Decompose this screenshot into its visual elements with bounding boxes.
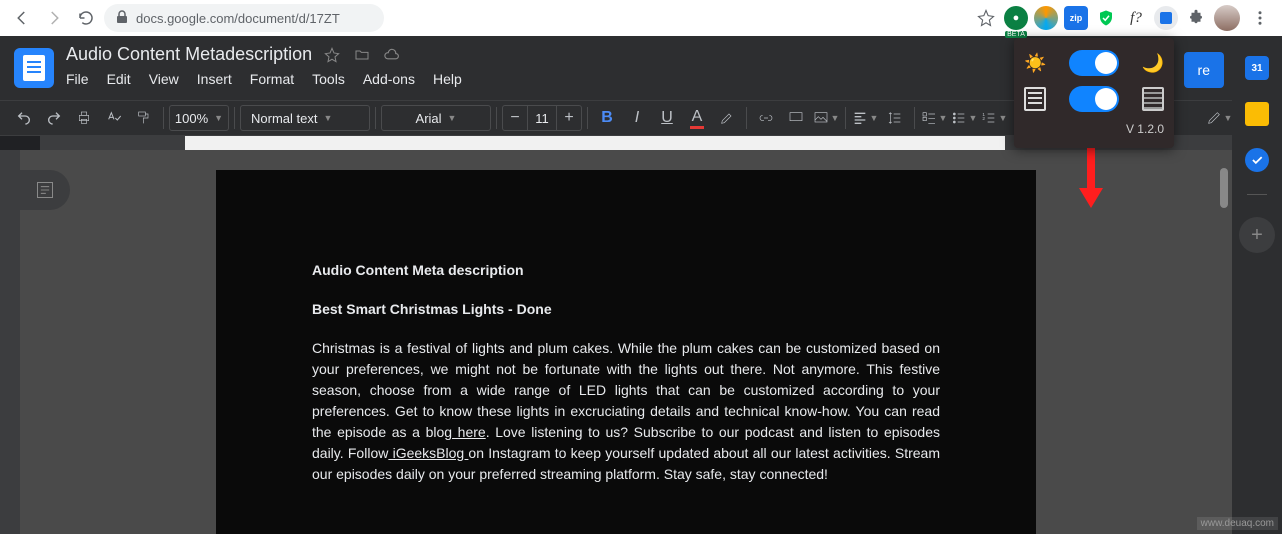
darkmode-extension-popup: ☀️ 🌙 V 1.2.0 xyxy=(1014,38,1174,148)
back-button[interactable] xyxy=(8,4,36,32)
sun-icon: ☀️ xyxy=(1024,53,1046,74)
extension-beta-icon[interactable]: ●BETA xyxy=(1004,6,1028,30)
extension-version: V 1.2.0 xyxy=(1024,122,1164,136)
bold-button[interactable]: B xyxy=(593,104,621,132)
chevron-down-icon: ▼ xyxy=(831,113,840,123)
chevron-down-icon: ▼ xyxy=(939,113,948,123)
numbered-list-button[interactable]: 12▼ xyxy=(980,104,1008,132)
insert-link-button[interactable] xyxy=(752,104,780,132)
increase-font-button[interactable]: + xyxy=(557,106,581,130)
doc-heading-2: Best Smart Christmas Lights - Done xyxy=(312,299,940,320)
chevron-down-icon: ▼ xyxy=(323,113,332,123)
menu-format[interactable]: Format xyxy=(250,71,294,87)
print-button[interactable] xyxy=(70,104,98,132)
chevron-down-icon: ▼ xyxy=(448,113,457,123)
document-page[interactable]: Audio Content Meta description Best Smar… xyxy=(216,170,1036,534)
cloud-status-icon[interactable] xyxy=(382,45,402,65)
document-canvas-area: Audio Content Meta description Best Smar… xyxy=(0,150,1232,534)
extension-font-icon[interactable]: f? xyxy=(1124,6,1148,30)
chevron-down-icon: ▼ xyxy=(969,113,978,123)
extension-zip-icon[interactable]: zip xyxy=(1064,6,1088,30)
browser-chrome: docs.google.com/document/d/17ZT ●BETA zi… xyxy=(0,0,1282,36)
page-invert-toggle[interactable] xyxy=(1069,86,1119,112)
font-family-select[interactable]: Arial▼ xyxy=(381,105,491,131)
document-title[interactable]: Audio Content Metadescription xyxy=(66,44,312,65)
vertical-ruler[interactable] xyxy=(0,150,20,534)
insert-image-button[interactable]: ▼ xyxy=(812,104,840,132)
undo-button[interactable] xyxy=(10,104,38,132)
reload-button[interactable] xyxy=(72,4,100,32)
outline-toggle-button[interactable] xyxy=(20,170,70,210)
zoom-select[interactable]: 100%▼ xyxy=(169,105,229,131)
paint-format-button[interactable] xyxy=(130,104,158,132)
checklist-button[interactable]: ▼ xyxy=(920,104,948,132)
redo-button[interactable] xyxy=(40,104,68,132)
url-text: docs.google.com/document/d/17ZT xyxy=(136,11,340,26)
side-panel: 31 + xyxy=(1232,36,1282,534)
underline-button[interactable]: U xyxy=(653,104,681,132)
chevron-down-icon: ▼ xyxy=(870,113,879,123)
get-addons-button[interactable]: + xyxy=(1239,217,1275,253)
text-color-button[interactable]: A xyxy=(683,104,711,132)
extensions-tray: ●BETA zip f? xyxy=(1004,4,1274,32)
blog-link[interactable]: here xyxy=(452,424,486,440)
decrease-font-button[interactable]: − xyxy=(503,106,527,130)
profile-avatar-icon[interactable] xyxy=(1214,5,1240,31)
scrollbar-thumb[interactable] xyxy=(1220,168,1228,208)
chevron-down-icon: ▼ xyxy=(214,113,223,123)
doc-paragraph: Christmas is a festival of lights and pl… xyxy=(312,338,940,485)
font-size-input[interactable] xyxy=(527,106,557,130)
lock-icon xyxy=(116,10,128,27)
menu-view[interactable]: View xyxy=(149,71,179,87)
move-folder-icon[interactable] xyxy=(352,45,372,65)
watermark: www.deuaq.com xyxy=(1197,517,1278,530)
line-spacing-button[interactable] xyxy=(881,104,909,132)
spellcheck-button[interactable] xyxy=(100,104,128,132)
chrome-menu-icon[interactable] xyxy=(1246,4,1274,32)
highlight-button[interactable] xyxy=(713,104,741,132)
calendar-sidebar-icon[interactable]: 31 xyxy=(1245,56,1269,80)
menu-edit[interactable]: Edit xyxy=(107,71,131,87)
extensions-puzzle-icon[interactable] xyxy=(1184,6,1208,30)
tasks-sidebar-icon[interactable] xyxy=(1245,148,1269,172)
doc-heading-1: Audio Content Meta description xyxy=(312,260,940,281)
forward-button[interactable] xyxy=(40,4,68,32)
menu-tools[interactable]: Tools xyxy=(312,71,345,87)
editing-mode-button[interactable]: ▼ xyxy=(1205,104,1233,132)
italic-button[interactable]: I xyxy=(623,104,651,132)
darkmode-toggle[interactable] xyxy=(1069,50,1119,76)
menu-file[interactable]: File xyxy=(66,71,89,87)
paragraph-style-select[interactable]: Normal text▼ xyxy=(240,105,370,131)
align-button[interactable]: ▼ xyxy=(851,104,879,132)
docs-logo-icon[interactable] xyxy=(14,48,54,88)
insert-comment-button[interactable] xyxy=(782,104,810,132)
extension-darkmode-icon[interactable] xyxy=(1154,6,1178,30)
chevron-down-icon: ▼ xyxy=(999,113,1008,123)
address-bar[interactable]: docs.google.com/document/d/17ZT xyxy=(104,4,384,32)
extension-shield-icon[interactable] xyxy=(1094,6,1118,30)
bookmark-star-icon[interactable] xyxy=(972,4,1000,32)
igeeksblog-link[interactable]: iGeeksBlog xyxy=(388,445,468,461)
menu-help[interactable]: Help xyxy=(433,71,462,87)
extension-swirl-icon[interactable] xyxy=(1034,6,1058,30)
menu-insert[interactable]: Insert xyxy=(197,71,232,87)
star-icon[interactable] xyxy=(322,45,342,65)
menu-addons[interactable]: Add-ons xyxy=(363,71,415,87)
keep-sidebar-icon[interactable] xyxy=(1245,102,1269,126)
moon-icon: 🌙 xyxy=(1142,53,1164,74)
font-size-stepper[interactable]: − + xyxy=(502,105,582,131)
light-page-icon xyxy=(1024,87,1046,111)
dark-page-icon xyxy=(1142,87,1164,111)
svg-text:2: 2 xyxy=(982,116,985,121)
bulleted-list-button[interactable]: ▼ xyxy=(950,104,978,132)
share-button[interactable]: re xyxy=(1184,52,1224,88)
